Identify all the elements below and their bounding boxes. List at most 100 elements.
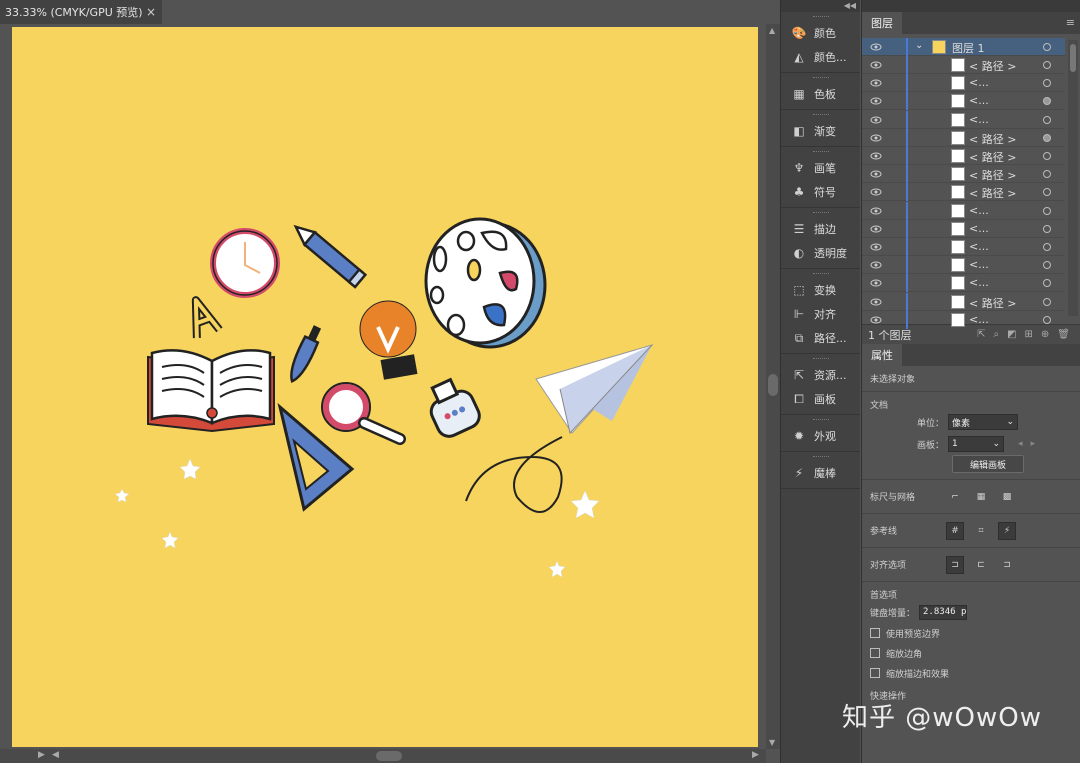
layer-name[interactable]: <... (969, 204, 989, 217)
dock-grip[interactable] (812, 358, 829, 360)
next-artboard-icon[interactable]: ▸ (1031, 439, 1036, 449)
layer-target-icon[interactable] (1043, 115, 1051, 124)
dock-item-gradient[interactable]: ◧ 渐变 (781, 119, 860, 143)
dock-item-symbols[interactable]: ♣ 符号 (781, 180, 860, 204)
keyboard-increment-input[interactable] (919, 604, 968, 620)
visibility-eye-icon[interactable] (870, 41, 882, 53)
delete-layer-icon[interactable]: 🗑 (1057, 329, 1070, 340)
new-layer-icon[interactable]: ⊕ (1041, 329, 1049, 340)
visibility-eye-icon[interactable] (870, 241, 882, 253)
visibility-eye-icon[interactable] (870, 259, 882, 271)
layer-name[interactable]: <... (969, 276, 989, 289)
dock-item-asset-export[interactable]: ⇱ 资源... (781, 363, 860, 387)
checkbox-box[interactable] (870, 648, 880, 658)
layer-target-icon[interactable] (1043, 243, 1051, 251)
layer-target-icon[interactable] (1043, 224, 1051, 233)
layer-target-icon[interactable] (1043, 315, 1051, 324)
dock-item-swatches[interactable]: ▦ 色板 (781, 82, 860, 106)
layer-target-icon[interactable] (1043, 133, 1051, 142)
rulers-icon[interactable]: ⌐ (946, 488, 964, 506)
layer-row[interactable]: <... (862, 201, 1065, 220)
scroll-down-icon[interactable]: ▼ (769, 738, 775, 747)
canvas-area[interactable] (0, 24, 766, 749)
scroll-right-small-icon[interactable]: ▶ (38, 750, 45, 760)
snap-to-pixel-icon[interactable]: ⊏ (972, 556, 990, 574)
visibility-eye-icon[interactable] (870, 296, 882, 308)
previous-artboard-icon[interactable]: ◂ (1018, 439, 1023, 449)
visibility-eye-icon[interactable] (870, 277, 882, 289)
panel-menu-icon[interactable]: ≡ (1066, 16, 1075, 29)
dock-grip[interactable] (812, 77, 829, 79)
visibility-eye-icon[interactable] (870, 314, 882, 326)
layer-name[interactable]: <... (969, 258, 989, 271)
layer-target-icon[interactable] (1043, 279, 1051, 288)
layer-row-top[interactable]: ⌄ 图层 1 (862, 38, 1065, 56)
smart-guides-icon[interactable]: ⚡ (998, 521, 1016, 540)
snap-to-point-icon[interactable]: ⊐ (946, 555, 964, 574)
layer-target-icon[interactable] (1043, 97, 1051, 106)
layer-row[interactable]: < 路径 > (862, 56, 1065, 74)
visibility-eye-icon[interactable] (870, 186, 882, 198)
layer-row[interactable]: <... (862, 110, 1065, 129)
visibility-eye-icon[interactable] (870, 77, 882, 89)
layer-name[interactable]: <... (969, 113, 989, 126)
scroll-left-icon[interactable]: ◀ (52, 750, 59, 760)
layer-row[interactable]: <... (862, 74, 1065, 93)
dock-item-color-guide[interactable]: ◭ 颜色... (781, 45, 860, 69)
dock-grip[interactable] (812, 114, 829, 116)
layer-row[interactable]: < 路径 > (862, 292, 1065, 311)
visibility-eye-icon[interactable] (870, 150, 882, 162)
dock-grip[interactable] (812, 16, 829, 18)
visibility-eye-icon[interactable] (870, 223, 882, 235)
make-clipping-mask-icon[interactable]: ◩ (1007, 329, 1016, 340)
layer-target-icon[interactable] (1043, 61, 1051, 69)
canvas-vertical-scrollbar[interactable]: ▲ ▼ (766, 24, 780, 749)
grid-icon[interactable]: ▦ (972, 488, 990, 506)
layer-name[interactable]: <... (969, 313, 989, 326)
layer-name[interactable]: < 路径 > (969, 167, 1016, 183)
checkbox-box[interactable] (870, 628, 880, 638)
use-preview-bounds-checkbox[interactable]: 使用预览边界 (870, 623, 1072, 643)
layer-name[interactable]: < 路径 > (969, 149, 1016, 165)
layer-target-icon[interactable] (1043, 170, 1051, 179)
dock-item-stroke[interactable]: ☰ 描边 (781, 217, 860, 241)
visibility-eye-icon[interactable] (870, 205, 882, 217)
visibility-eye-icon[interactable] (870, 95, 882, 107)
layers-scroll-thumb[interactable] (1070, 44, 1076, 72)
dock-item-appearance[interactable]: ✹ 外观 (781, 424, 860, 448)
tab-layers[interactable]: 图层 (862, 12, 902, 34)
guides-icon[interactable]: # (946, 521, 964, 540)
dock-item-artboards[interactable]: ⧠ 画板 (781, 387, 860, 411)
visibility-eye-icon[interactable] (870, 114, 882, 126)
close-tab-icon[interactable]: × (146, 5, 156, 19)
layer-name[interactable]: < 路径 > (969, 58, 1016, 74)
dock-grip[interactable] (812, 212, 829, 214)
layer-row[interactable]: < 路径 > (862, 183, 1065, 202)
layer-target-icon[interactable] (1043, 188, 1051, 197)
visibility-eye-icon[interactable] (870, 59, 882, 71)
layer-name[interactable]: <... (969, 76, 989, 89)
visibility-eye-icon[interactable] (870, 132, 882, 144)
dock-collapse-icon[interactable]: ◀◀ (781, 0, 860, 12)
dock-grip[interactable] (812, 456, 829, 458)
dock-item-brushes[interactable]: ♆ 画笔 (781, 156, 860, 180)
layer-row[interactable]: <... (862, 219, 1065, 238)
edit-artboards-button[interactable]: 编辑画板 (952, 455, 1024, 473)
horizontal-scroll-thumb[interactable] (376, 751, 402, 761)
artboard[interactable] (12, 27, 758, 747)
dock-grip[interactable] (812, 151, 829, 153)
dock-item-pathfinder[interactable]: ⧉ 路径... (781, 326, 860, 350)
artboard-select[interactable]: 1 ⌄ (948, 436, 1004, 452)
visibility-eye-icon[interactable] (870, 168, 882, 180)
export-icon[interactable]: ⇱ (977, 329, 985, 340)
layer-row[interactable]: < 路径 > (862, 147, 1065, 165)
layer-name[interactable]: < 路径 > (969, 131, 1016, 147)
dock-grip[interactable] (812, 419, 829, 421)
canvas-horizontal-scrollbar[interactable]: ▶ ◀ ▶ (0, 749, 766, 763)
layer-row[interactable]: < 路径 > (862, 165, 1065, 184)
scale-corners-checkbox[interactable]: 缩放边角 (870, 643, 1072, 663)
layer-target-icon[interactable] (1043, 261, 1051, 270)
layer-row[interactable]: <... (862, 238, 1065, 256)
layer-name[interactable]: < 路径 > (969, 295, 1016, 311)
dock-item-transparency[interactable]: ◐ 透明度 (781, 241, 860, 265)
